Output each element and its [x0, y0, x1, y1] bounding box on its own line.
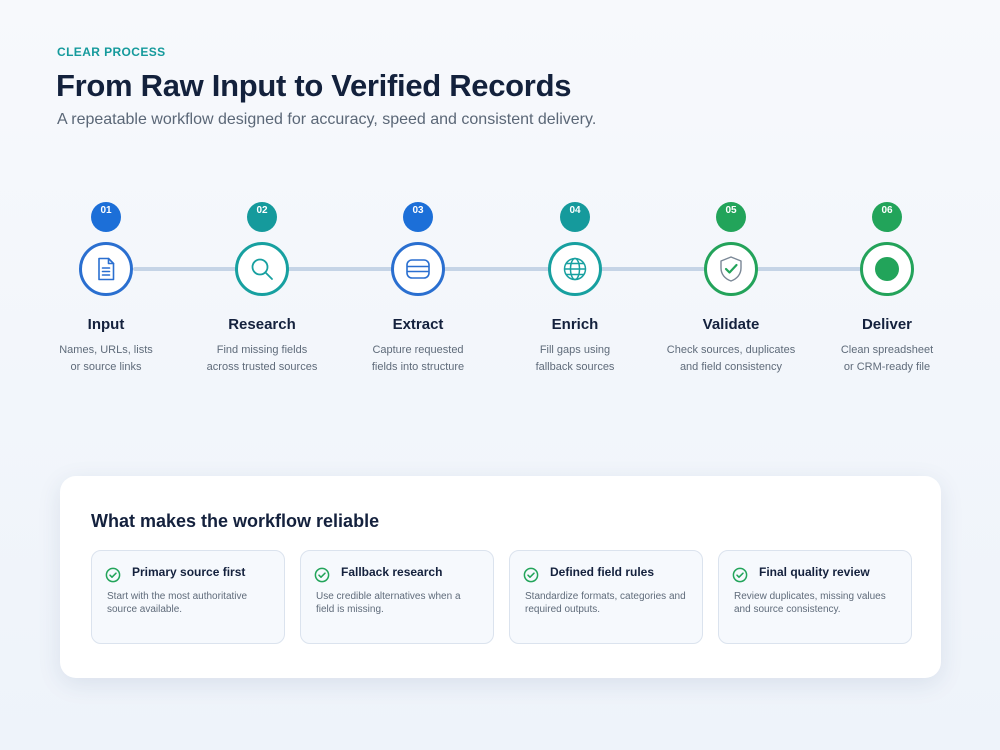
process-timeline: 01 Input Names, URLs, lists or source li… [0, 190, 1000, 390]
feature-field-rules: Defined field rules Standardize formats,… [509, 550, 703, 644]
feature-description: Use credible alternatives when a field i… [316, 591, 461, 615]
step-description: Check sources, duplicates and field cons… [666, 344, 796, 373]
shield-check-icon [720, 256, 742, 282]
step-icon-circle [704, 242, 758, 296]
step-name: Input [87, 316, 125, 333]
reliability-title: What makes the workflow reliable [91, 511, 380, 531]
database-icon [406, 259, 430, 279]
feature-title: Final quality review [759, 565, 870, 579]
check-circle-icon [732, 567, 748, 583]
step-name: Research [228, 316, 296, 333]
step-name: Enrich [551, 316, 599, 333]
step-description: Fill gaps using fallback sources [535, 344, 615, 373]
step-icon-circle [548, 242, 602, 296]
step-number-badge: 03 [403, 202, 433, 232]
step-icon-circle [235, 242, 289, 296]
step-icon-circle [860, 242, 914, 296]
feature-title: Primary source first [132, 565, 246, 579]
step-description: Names, URLs, lists or source links [59, 344, 153, 373]
feature-primary-source: Primary source first Start with the most… [91, 550, 285, 644]
step-number-badge: 04 [560, 202, 590, 232]
step-description: Clean spreadsheet or CRM-ready file [840, 344, 934, 373]
step-icon-circle [79, 242, 133, 296]
step-number-badge: 05 [716, 202, 746, 232]
globe-icon [563, 257, 587, 281]
feature-title: Defined field rules [550, 565, 655, 579]
step-name: Deliver [861, 316, 913, 333]
check-circle-icon [523, 567, 539, 583]
page-subtitle: A repeatable workflow designed for accur… [57, 111, 597, 128]
feature-quality-review: Final quality review Review duplicates, … [718, 550, 912, 644]
step-name: Extract [392, 316, 444, 333]
feature-description: Review duplicates, missing values and so… [734, 591, 886, 615]
step-name: Validate [702, 316, 760, 333]
step-number-badge: 01 [91, 202, 121, 232]
feature-description: Standardize formats, categories and requ… [525, 591, 686, 615]
target-dot-icon [875, 257, 899, 281]
step-number-badge: 06 [872, 202, 902, 232]
reliability-card: What makes the workflow reliable Primary… [60, 476, 941, 678]
step-description: Find missing fields across trusted sourc… [206, 344, 318, 373]
feature-title: Fallback research [341, 565, 443, 579]
step-number-badge: 02 [247, 202, 277, 232]
document-icon [98, 257, 115, 281]
check-circle-icon [105, 567, 121, 583]
feature-fallback-research: Fallback research Use credible alternati… [300, 550, 494, 644]
check-circle-icon [314, 567, 330, 583]
feature-description: Start with the most authoritative source… [107, 591, 248, 615]
step-description: Capture requested fields into structure [371, 344, 465, 373]
step-icon-circle [391, 242, 445, 296]
eyebrow-label: CLEAR PROCESS [57, 45, 166, 59]
search-icon [251, 258, 273, 280]
page-title: From Raw Input to Verified Records [56, 68, 572, 103]
